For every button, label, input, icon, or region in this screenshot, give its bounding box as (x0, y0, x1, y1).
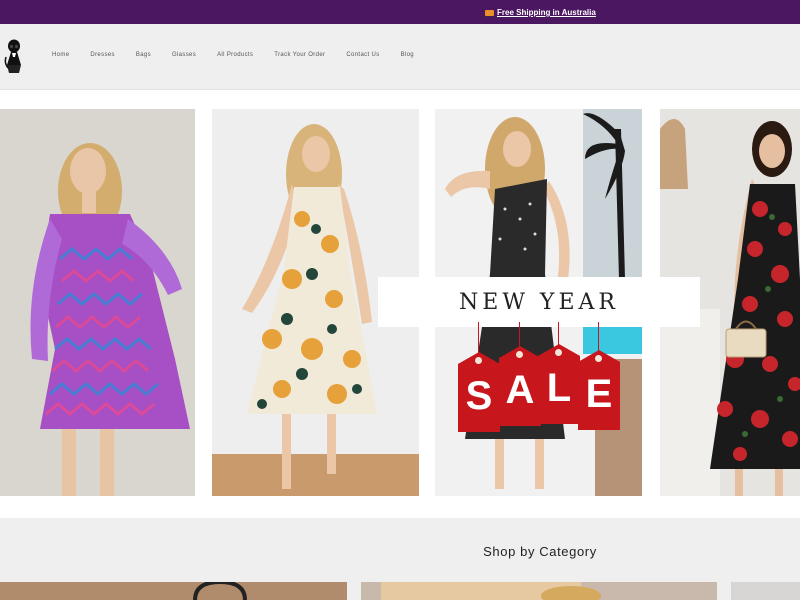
new-year-banner: NEW YEAR (378, 277, 700, 327)
sale-tag-l: L (538, 344, 580, 424)
category-card-glasses[interactable] (361, 582, 717, 600)
category-card[interactable] (731, 582, 800, 600)
main-nav: Home Dresses Bags Glasses All Products T… (52, 52, 435, 58)
shop-by-category-section: Shop by Category (0, 518, 800, 600)
sale-letter: S (465, 373, 493, 418)
sale-tag-s: S (458, 352, 500, 432)
announcement-bar: Free Shipping in Australia (0, 0, 800, 24)
sale-letter: A (505, 367, 535, 412)
tag-string (558, 322, 559, 346)
logo-icon[interactable] (3, 37, 25, 75)
sale-letter: E (585, 371, 613, 416)
hero-image-purple-dress (0, 109, 195, 496)
hero-banner[interactable]: NEW YEAR S A L E (0, 90, 800, 518)
sale-tag-a: A (499, 346, 541, 426)
sale-letter: L (546, 365, 572, 410)
category-card-bags[interactable] (0, 582, 347, 600)
nav-dresses[interactable]: Dresses (90, 52, 114, 58)
tag-string (478, 322, 479, 354)
site-header: Home Dresses Bags Glasses All Products T… (0, 24, 800, 90)
section-title: Shop by Category (483, 544, 597, 559)
tag-string (519, 322, 520, 348)
free-shipping-link[interactable]: Free Shipping in Australia (485, 6, 596, 19)
nav-all-products[interactable]: All Products (217, 52, 253, 58)
nav-home[interactable]: Home (52, 52, 69, 58)
nav-track-order[interactable]: Track Your Order (274, 52, 325, 58)
nav-blog[interactable]: Blog (401, 52, 414, 58)
tag-string (598, 322, 599, 352)
truck-icon (485, 9, 497, 18)
new-year-text: NEW YEAR (459, 289, 619, 315)
sale-tag-e: E (578, 350, 620, 430)
free-shipping-text: Free Shipping in Australia (497, 8, 596, 17)
nav-glasses[interactable]: Glasses (172, 52, 196, 58)
nav-contact-us[interactable]: Contact Us (346, 52, 379, 58)
nav-bags[interactable]: Bags (136, 52, 151, 58)
